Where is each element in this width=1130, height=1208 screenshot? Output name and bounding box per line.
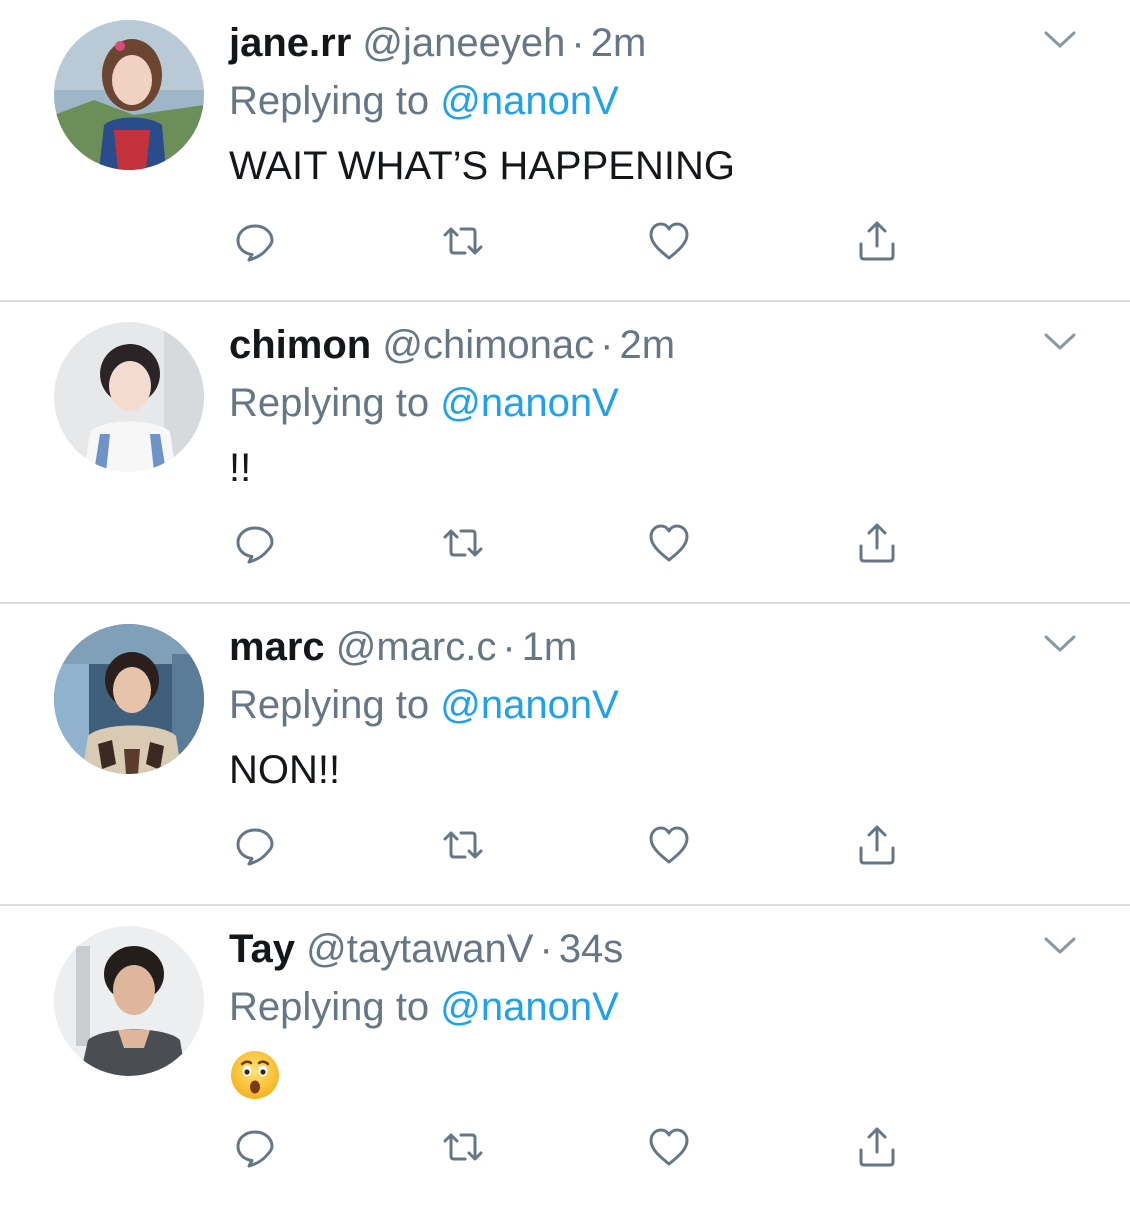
heart-icon[interactable]: [646, 1124, 692, 1170]
timestamp[interactable]: 34s: [559, 927, 624, 971]
replying-to-mention[interactable]: @nanonV: [440, 683, 619, 727]
avatar[interactable]: [54, 624, 204, 774]
tweet-card[interactable]: jane.rr @janeeyeh · 2m Replying to @nanonV…: [0, 0, 1130, 302]
comment-bubble-icon[interactable]: [232, 822, 278, 868]
replying-to-mention[interactable]: @nanonV: [440, 985, 619, 1029]
share-icon[interactable]: [854, 218, 900, 264]
replying-to-line: Replying to @nanonV: [229, 984, 619, 1030]
heart-icon[interactable]: [646, 822, 692, 868]
tweet-card[interactable]: marc @marc.c · 1m Replying to @nanonV NON!…: [0, 604, 1130, 906]
replying-to-mention[interactable]: @nanonV: [440, 381, 619, 425]
tweet-header: marc @marc.c · 1m: [229, 624, 577, 670]
chevron-down-icon[interactable]: [1040, 330, 1080, 354]
separator-dot: ·: [502, 625, 516, 669]
heart-icon[interactable]: [646, 218, 692, 264]
tweet-text: !!: [229, 446, 252, 490]
chevron-down-icon[interactable]: [1040, 632, 1080, 656]
chevron-down-icon[interactable]: [1040, 28, 1080, 52]
retweet-icon[interactable]: [440, 822, 486, 868]
tweet-header: jane.rr @janeeyeh · 2m: [229, 20, 646, 66]
tweet-header: Tay @taytawanV · 34s: [229, 926, 623, 972]
replying-to-line: Replying to @nanonV: [229, 78, 619, 124]
separator-dot: ·: [539, 927, 553, 971]
tweet-card[interactable]: Tay @taytawanV · 34s Replying to @nanonV: [0, 906, 1130, 1208]
astonished-face-emoji: [229, 1049, 281, 1101]
tweet-text: [229, 1049, 281, 1099]
retweet-icon[interactable]: [440, 218, 486, 264]
chevron-down-icon[interactable]: [1040, 934, 1080, 958]
display-name[interactable]: marc: [229, 625, 325, 669]
separator-dot: ·: [600, 323, 614, 367]
tweet-card[interactable]: chimon @chimonac · 2m Replying to @nanonV …: [0, 302, 1130, 604]
tweet-header: chimon @chimonac · 2m: [229, 322, 675, 368]
comment-bubble-icon[interactable]: [232, 1124, 278, 1170]
tweet-text: WAIT WHAT’S HAPPENING: [229, 144, 735, 188]
timestamp[interactable]: 1m: [522, 625, 578, 669]
comment-bubble-icon[interactable]: [232, 520, 278, 566]
display-name[interactable]: Tay: [229, 927, 295, 971]
replying-to-label: Replying to: [229, 683, 430, 727]
share-icon[interactable]: [854, 822, 900, 868]
replying-to-label: Replying to: [229, 985, 430, 1029]
timestamp[interactable]: 2m: [591, 21, 647, 65]
avatar[interactable]: [54, 322, 204, 472]
avatar[interactable]: [54, 926, 204, 1076]
replying-to-line: Replying to @nanonV: [229, 682, 619, 728]
display-name[interactable]: jane.rr: [229, 21, 351, 65]
user-handle[interactable]: @taytawanV: [306, 927, 533, 971]
replying-to-line: Replying to @nanonV: [229, 380, 619, 426]
replying-to-label: Replying to: [229, 79, 430, 123]
user-handle[interactable]: @marc.c: [336, 625, 497, 669]
share-icon[interactable]: [854, 1124, 900, 1170]
heart-icon[interactable]: [646, 520, 692, 566]
reply-feed: jane.rr @janeeyeh · 2m Replying to @nanonV…: [0, 0, 1130, 1200]
comment-bubble-icon[interactable]: [232, 218, 278, 264]
tweet-text: NON!!: [229, 748, 341, 792]
retweet-icon[interactable]: [440, 1124, 486, 1170]
timestamp[interactable]: 2m: [619, 323, 675, 367]
user-handle[interactable]: @janeeyeh: [362, 21, 565, 65]
share-icon[interactable]: [854, 520, 900, 566]
retweet-icon[interactable]: [440, 520, 486, 566]
display-name[interactable]: chimon: [229, 323, 371, 367]
replying-to-mention[interactable]: @nanonV: [440, 79, 619, 123]
separator-dot: ·: [571, 21, 585, 65]
replying-to-label: Replying to: [229, 381, 430, 425]
avatar[interactable]: [54, 20, 204, 170]
user-handle[interactable]: @chimonac: [382, 323, 594, 367]
